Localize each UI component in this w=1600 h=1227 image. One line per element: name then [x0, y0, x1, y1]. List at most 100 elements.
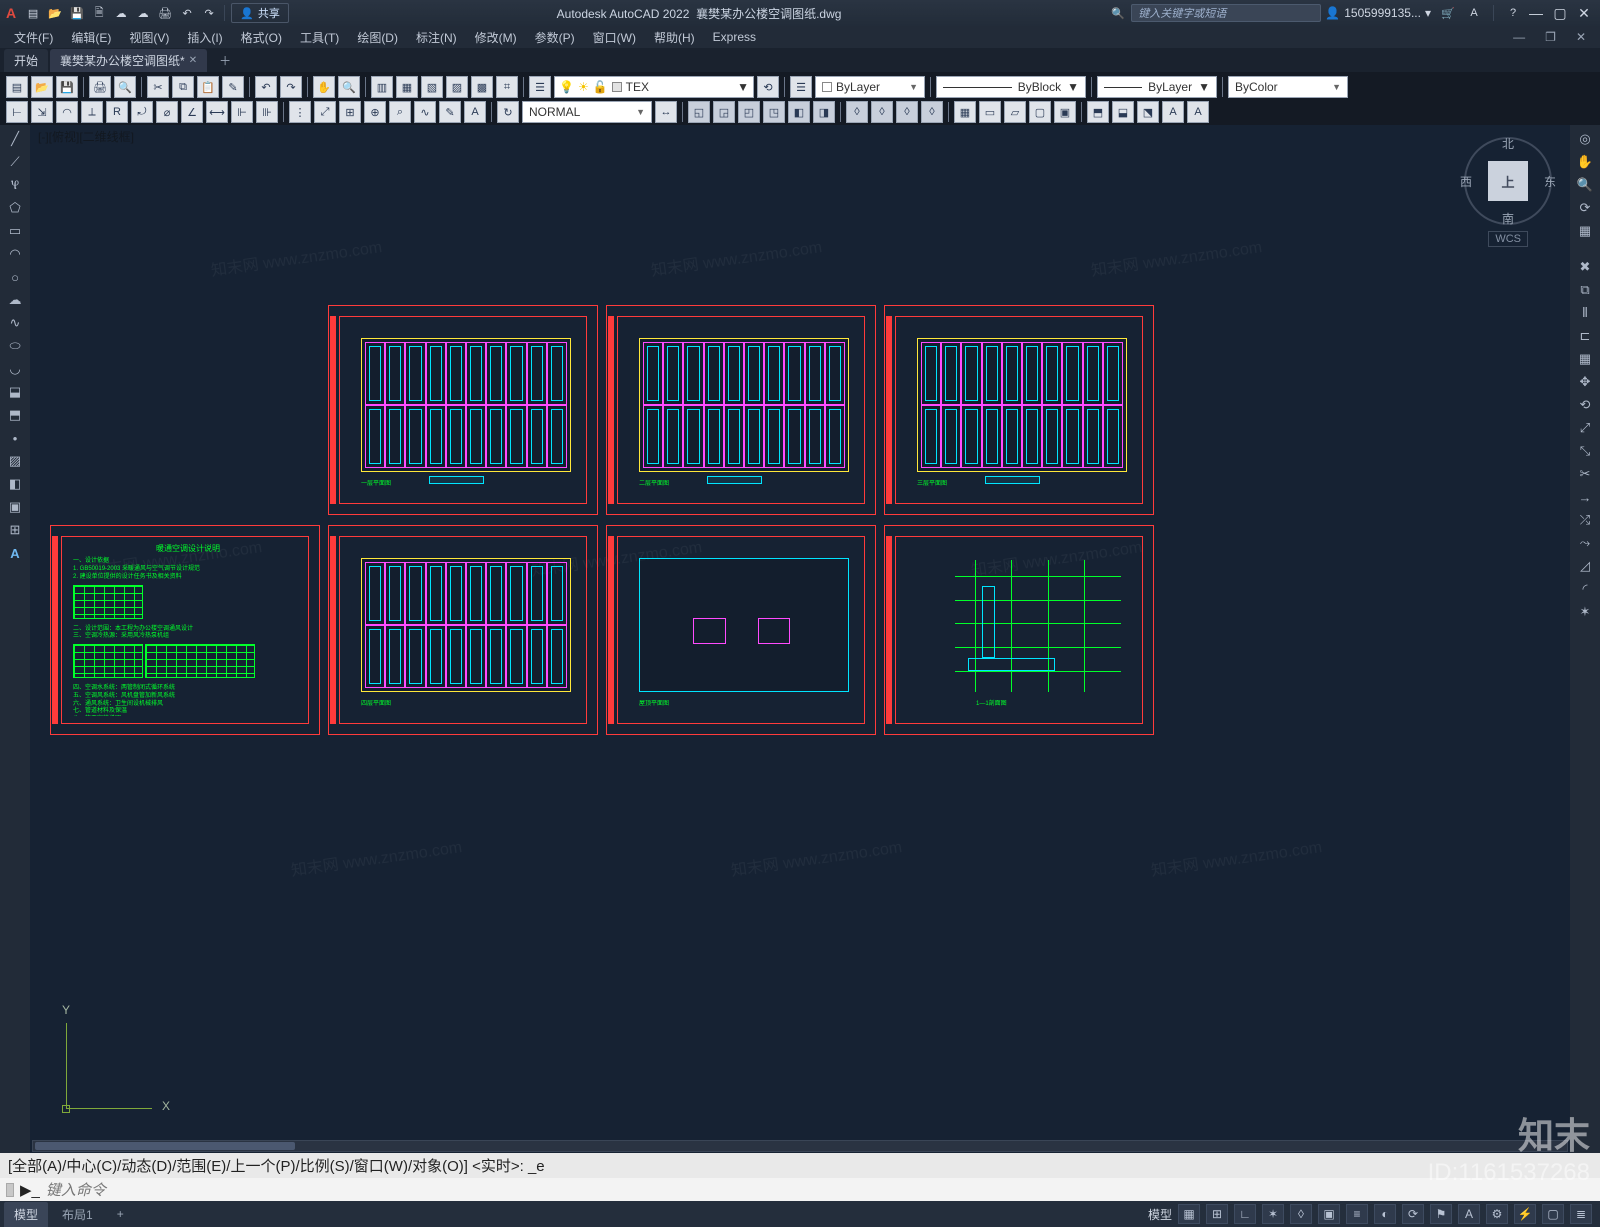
linetype-dropdown[interactable]: ByBlock▼ — [936, 76, 1086, 98]
dim-cont-icon[interactable]: ⊪ — [256, 101, 278, 123]
polyline-icon[interactable]: Ⳡ — [4, 175, 26, 195]
help-icon[interactable]: ? — [1504, 4, 1522, 22]
cart-icon[interactable]: 🛒 — [1439, 4, 1457, 22]
chamfer-icon[interactable]: ◿ — [1574, 556, 1596, 576]
redo-icon[interactable]: ↷ — [200, 4, 218, 22]
properties-icon[interactable]: ▥ — [371, 76, 393, 98]
hatch-icon[interactable]: ▨ — [4, 451, 26, 471]
new-doc-icon[interactable]: ▤ — [6, 76, 28, 98]
annoscale-icon[interactable]: A — [1458, 1204, 1480, 1224]
menu-insert[interactable]: 插入(I) — [179, 27, 230, 48]
rotate-icon[interactable]: ⟲ — [1574, 395, 1596, 415]
horizontal-scrollbar[interactable] — [32, 1140, 1568, 1152]
array-icon[interactable]: ▦ — [1574, 349, 1596, 369]
scale-icon[interactable]: ⤢ — [1574, 418, 1596, 438]
save-doc-icon[interactable]: 💾 — [56, 76, 78, 98]
centermark-icon[interactable]: ⊕ — [364, 101, 386, 123]
copy-icon[interactable]: ⧉ — [172, 76, 194, 98]
doc-minimize-icon[interactable]: — — [1505, 28, 1533, 46]
open-doc-icon[interactable]: 📂 — [31, 76, 53, 98]
grid-icon[interactable]: ▦ — [1178, 1204, 1200, 1224]
line-icon[interactable]: ╱ — [4, 129, 26, 149]
iso-nw-icon[interactable]: ◊ — [921, 101, 943, 123]
ucs-icon[interactable]: XY — [66, 1019, 156, 1109]
menu-dimension[interactable]: 标注(N) — [408, 27, 465, 48]
redo2-icon[interactable]: ↷ — [280, 76, 302, 98]
search-icon[interactable]: 🔍 — [1109, 4, 1127, 22]
status-model-label[interactable]: 模型 — [1148, 1206, 1172, 1223]
revcloud-icon[interactable]: ☁ — [4, 290, 26, 310]
explode-icon[interactable]: ✶ — [1574, 602, 1596, 622]
menu-window[interactable]: 窗口(W) — [585, 27, 644, 48]
match-icon[interactable]: ✎ — [222, 76, 244, 98]
maximize-icon[interactable]: ▢ — [1550, 5, 1570, 22]
tab-start[interactable]: 开始 — [4, 49, 48, 72]
iso-ne-icon[interactable]: ◊ — [896, 101, 918, 123]
designcenter-icon[interactable]: ▦ — [396, 76, 418, 98]
plot-icon[interactable]: 🖨 — [156, 4, 174, 22]
tab-layout1[interactable]: 布局1 — [52, 1202, 103, 1227]
workspace-icon[interactable]: ⚙ — [1486, 1204, 1508, 1224]
stretch-icon[interactable]: ⤡ — [1574, 441, 1596, 461]
join-icon[interactable]: ⤳ — [1574, 533, 1596, 553]
dim-radius-icon[interactable]: R — [106, 101, 128, 123]
vp-clip-icon[interactable]: ▣ — [1054, 101, 1076, 123]
layer-prev-icon[interactable]: ⟲ — [757, 76, 779, 98]
ucs-right-icon[interactable]: ◨ — [813, 101, 835, 123]
dimstyle-icon[interactable]: ↔ — [655, 101, 677, 123]
nav-showmot-icon[interactable]: ▦ — [1574, 221, 1596, 241]
nav-pan-icon[interactable]: ✋ — [1574, 152, 1596, 172]
dim-break-icon[interactable]: ⤢ — [314, 101, 336, 123]
cmd-grip-icon[interactable] — [6, 1183, 14, 1197]
isodraft-icon[interactable]: ◊ — [1290, 1204, 1312, 1224]
offset-icon[interactable]: ⊏ — [1574, 326, 1596, 346]
polar-icon[interactable]: ✶ — [1262, 1204, 1284, 1224]
vp-single-icon[interactable]: ▭ — [979, 101, 1001, 123]
undo-icon[interactable]: ↶ — [178, 4, 196, 22]
menu-modify[interactable]: 修改(M) — [467, 27, 525, 48]
insertblock-icon[interactable]: ⬓ — [4, 382, 26, 402]
ellipsearc-icon[interactable]: ◡ — [4, 359, 26, 379]
layer-mgr-icon[interactable]: ☰ — [529, 76, 551, 98]
tolerance-icon[interactable]: ⊞ — [339, 101, 361, 123]
share-button[interactable]: 👤 共享 — [231, 3, 289, 23]
mtext-icon[interactable]: A — [4, 543, 26, 563]
viewport-label[interactable]: [-][俯视][二维线框] — [38, 128, 134, 145]
polygon-icon[interactable]: ⬠ — [4, 198, 26, 218]
dim-dia-icon[interactable]: ⌀ — [156, 101, 178, 123]
dim-quick-icon[interactable]: ⟷ — [206, 101, 228, 123]
tab-close-icon[interactable]: ✕ — [189, 55, 197, 66]
dim-tedit-icon[interactable]: A — [464, 101, 486, 123]
open-icon[interactable]: 📂 — [46, 4, 64, 22]
app-exchange-icon[interactable]: A — [1465, 4, 1483, 22]
point-icon[interactable]: • — [4, 428, 26, 448]
dim-jog-icon[interactable]: ⤾ — [131, 101, 153, 123]
inspect-icon[interactable]: ⌕ — [389, 101, 411, 123]
doc-restore-icon[interactable]: ❐ — [1537, 28, 1564, 46]
snap-icon[interactable]: ⊞ — [1206, 1204, 1228, 1224]
sheetset-icon[interactable]: ▨ — [446, 76, 468, 98]
quickcalc-icon[interactable]: ⌗ — [496, 76, 518, 98]
break-icon[interactable]: ⤮ — [1574, 510, 1596, 530]
dim-linear-icon[interactable]: ⊢ — [6, 101, 28, 123]
tab-add[interactable]: + — [107, 1203, 134, 1225]
menu-edit[interactable]: 编辑(E) — [63, 27, 119, 48]
ellipse-icon[interactable]: ⬭ — [4, 336, 26, 356]
attdef-icon[interactable]: A — [1162, 101, 1184, 123]
plotstyle-dropdown[interactable]: ByColor▼ — [1228, 76, 1348, 98]
minimize-icon[interactable]: — — [1526, 5, 1546, 22]
attedit-icon[interactable]: A — [1187, 101, 1209, 123]
lineweight-dropdown[interactable]: ByLayer▼ — [1097, 76, 1217, 98]
mirror-icon[interactable]: ⦀ — [1574, 303, 1596, 323]
nav-zoom-icon[interactable]: 🔍 — [1574, 175, 1596, 195]
color-dropdown[interactable]: ByLayer▼ — [815, 76, 925, 98]
tab-new-icon[interactable]: ＋ — [209, 49, 241, 72]
move-icon[interactable]: ✥ — [1574, 372, 1596, 392]
dim-aligned-icon[interactable]: ⇲ — [31, 101, 53, 123]
print-icon[interactable]: 🖨 — [89, 76, 111, 98]
iso-se-icon[interactable]: ◊ — [871, 101, 893, 123]
extend-icon[interactable]: → — [1574, 487, 1596, 507]
vp-obj-icon[interactable]: ▢ — [1029, 101, 1051, 123]
ucs-front-icon[interactable]: ◰ — [738, 101, 760, 123]
cloud-save-icon[interactable]: ☁ — [134, 4, 152, 22]
